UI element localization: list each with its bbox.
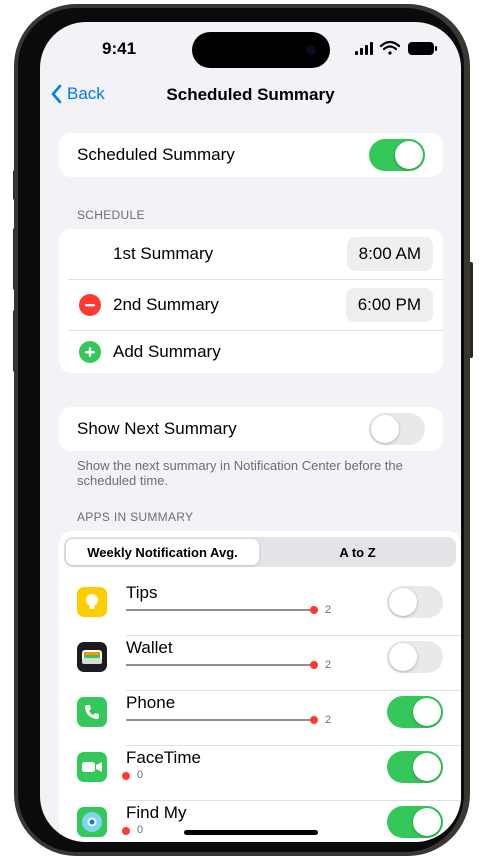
add-summary-button[interactable] (79, 341, 101, 363)
toggle-knob (395, 141, 423, 169)
divider (126, 635, 461, 636)
home-indicator (184, 830, 318, 835)
show-next-summary-toggle[interactable] (369, 413, 425, 445)
toggle-knob (413, 698, 441, 726)
remove-summary-button[interactable] (79, 294, 101, 316)
status-time: 9:41 (102, 39, 137, 58)
minus-icon (85, 304, 95, 307)
app-toggle-wallet[interactable] (387, 641, 443, 673)
app-toggle-find-my[interactable] (387, 806, 443, 838)
plus-icon (85, 347, 95, 357)
summary-label: 2nd Summary (113, 295, 219, 314)
navigation-bar: Back Scheduled Summary (40, 82, 461, 116)
notification-bar (126, 719, 314, 721)
schedule-card: 1st Summary 8:00 AM 2nd Summary 6:00 PM … (59, 229, 443, 373)
wallet-icon (77, 642, 107, 672)
notification-count: 0 (137, 769, 144, 781)
apps-card: Weekly Notification Avg. A to Z Tips 2 W… (59, 531, 461, 842)
app-name: Phone (126, 693, 176, 712)
app-toggle-facetime[interactable] (387, 751, 443, 783)
notification-bar (126, 664, 314, 666)
summary-time-2nd[interactable]: 6:00 PM (345, 288, 433, 322)
scheduled-summary-toggle[interactable] (369, 139, 425, 171)
notification-count: 2 (325, 714, 332, 726)
app-toggle-phone[interactable] (387, 696, 443, 728)
show-next-summary-label: Show Next Summary (77, 419, 237, 438)
summary-time-1st[interactable]: 8:00 AM (346, 237, 433, 271)
add-summary-label: Add Summary (113, 342, 221, 361)
app-name: Tips (126, 583, 158, 602)
status-icons (355, 40, 437, 55)
dynamic-island (192, 32, 330, 68)
app-name: Find My (126, 803, 187, 822)
app-name: FaceTime (126, 748, 201, 767)
notification-count: 2 (325, 659, 332, 671)
scheduled-summary-card: Scheduled Summary (59, 133, 443, 177)
toggle-knob (413, 753, 441, 781)
scheduled-summary-label: Scheduled Summary (77, 145, 235, 164)
segment-weekly-avg[interactable]: Weekly Notification Avg. (66, 539, 259, 565)
toggle-knob (389, 643, 417, 671)
add-summary-row[interactable]: Add Summary (59, 331, 443, 373)
cellular-signal-icon (355, 42, 373, 55)
tips-icon (77, 587, 107, 617)
notification-count: 2 (325, 604, 332, 616)
notification-dot (122, 827, 130, 835)
phone-screen: 9:41 Back Scheduled Summary Scheduled Su… (40, 22, 461, 842)
app-toggle-tips[interactable] (387, 586, 443, 618)
facetime-icon (77, 752, 107, 782)
summary-label: 1st Summary (113, 244, 214, 263)
sort-segmented-control[interactable]: Weekly Notification Avg. A to Z (64, 537, 456, 567)
find-my-icon (77, 807, 107, 837)
show-next-summary-card: Show Next Summary (59, 407, 443, 451)
toggle-knob (371, 415, 399, 443)
divider (126, 690, 461, 691)
notification-dot (310, 716, 318, 724)
show-next-summary-footer: Show the next summary in Notification Ce… (77, 458, 403, 488)
notification-count: 0 (137, 824, 144, 836)
notification-bar (126, 609, 314, 611)
app-name: Wallet (126, 638, 173, 657)
wifi-icon (379, 40, 401, 55)
battery-icon (408, 42, 437, 55)
phone-icon (77, 697, 107, 727)
page-title: Scheduled Summary (166, 85, 335, 104)
segment-a-to-z[interactable]: A to Z (261, 539, 454, 565)
notification-dot (310, 606, 318, 614)
divider (126, 745, 461, 746)
divider (126, 800, 461, 801)
notification-dot (310, 661, 318, 669)
schedule-section-header: SCHEDULE (77, 208, 145, 222)
notification-dot (122, 772, 130, 780)
apps-section-header: APPS IN SUMMARY (77, 510, 194, 524)
toggle-knob (389, 588, 417, 616)
toggle-knob (413, 808, 441, 836)
camera-dot (306, 45, 316, 55)
